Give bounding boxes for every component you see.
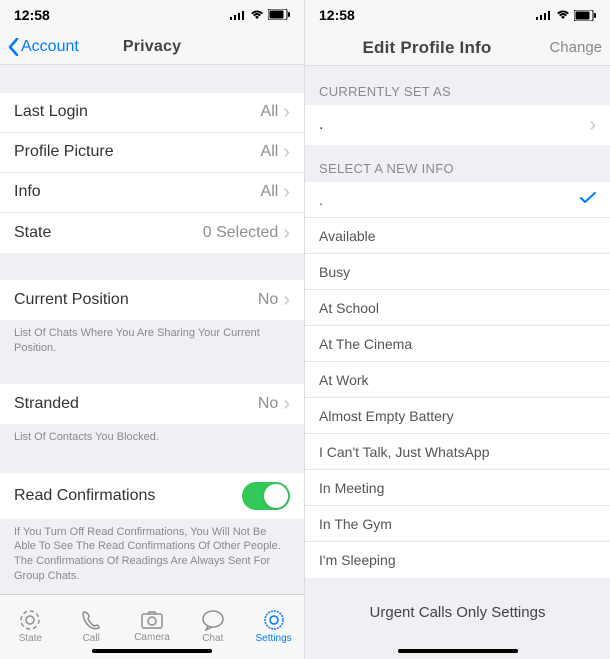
row-value: No (258, 395, 278, 413)
signal-icon (536, 10, 552, 20)
row-value: All (261, 143, 279, 161)
phone-icon (80, 609, 102, 631)
info-option[interactable]: At Work (305, 362, 610, 398)
info-option[interactable]: Busy (305, 254, 610, 290)
check-icon (580, 191, 596, 209)
info-option[interactable]: Almost Empty Battery (305, 398, 610, 434)
chevron-right-icon: › (283, 142, 290, 162)
tab-label: Call (83, 633, 100, 644)
row-current-info[interactable]: . › (305, 105, 610, 145)
info-option[interactable]: At School (305, 290, 610, 326)
home-indicator[interactable] (398, 649, 518, 653)
row-label: Current Position (14, 291, 129, 309)
chevron-right-icon: › (283, 394, 290, 414)
navbar: Account Privacy (0, 30, 304, 66)
status-icon (19, 609, 41, 631)
footnote-stranded: List Of Contacts You Blocked. (0, 424, 304, 455)
option-label: In Meeting (319, 480, 384, 496)
battery-icon (574, 10, 596, 21)
wifi-icon (556, 10, 570, 20)
row-read-confirmations: Read Confirmations (0, 473, 304, 519)
home-indicator[interactable] (92, 649, 212, 653)
info-option[interactable]: In The Gym (305, 506, 610, 542)
option-label: . (319, 192, 323, 208)
page-title: Edit Profile Info (362, 38, 491, 58)
row-label: State (14, 224, 51, 242)
row-current-position[interactable]: Current Position No › (0, 280, 304, 320)
current-value: . (319, 116, 323, 134)
info-options-list: . Available Busy At School At The Cinema… (305, 182, 610, 578)
chat-icon (201, 609, 225, 631)
row-label: Info (14, 183, 41, 201)
row-info[interactable]: Info All› (0, 173, 304, 213)
tab-settings[interactable]: Settings (243, 595, 304, 659)
option-label: At The Cinema (319, 336, 412, 352)
chevron-right-icon: › (283, 290, 290, 310)
clock: 12:58 (14, 7, 50, 23)
privacy-list: Last Login All› Profile Picture All› Inf… (0, 93, 304, 253)
section-header-select: SELECT A NEW INFO (305, 145, 610, 182)
option-label: In The Gym (319, 516, 392, 532)
privacy-screen: 12:58 Account Privacy Last Login All› Pr… (0, 0, 305, 659)
row-last-login[interactable]: Last Login All› (0, 93, 304, 133)
row-label: Last Login (14, 103, 88, 121)
status-icons (230, 9, 290, 20)
tab-label: Camera (134, 632, 170, 643)
tab-label: Chat (202, 633, 223, 644)
edit-info-screen: 12:58 Edit Profile Info Change CURRENTLY… (305, 0, 610, 659)
row-state[interactable]: State 0 Selected› (0, 213, 304, 253)
option-label: At Work (319, 372, 369, 388)
info-option[interactable]: In Meeting (305, 470, 610, 506)
clock: 12:58 (319, 7, 355, 23)
option-label: I'm Sleeping (319, 552, 396, 568)
info-option[interactable]: Available (305, 218, 610, 254)
option-label: I Can't Talk, Just WhatsApp (319, 444, 490, 460)
row-profile-picture[interactable]: Profile Picture All› (0, 133, 304, 173)
page-title: Privacy (123, 38, 181, 56)
chevron-right-icon: › (283, 223, 290, 243)
option-label: Available (319, 228, 376, 244)
read-confirmations-toggle[interactable] (242, 482, 290, 510)
info-option[interactable]: . (305, 182, 610, 218)
option-label: Almost Empty Battery (319, 408, 454, 424)
footnote-readconf: If You Turn Off Read Confirmations, You … (0, 519, 304, 594)
chevron-right-icon: › (283, 102, 290, 122)
chevron-left-icon (8, 38, 19, 56)
row-value: 0 Selected (203, 224, 279, 242)
footnote-position: List Of Chats Where You Are Sharing Your… (0, 320, 304, 366)
option-label: Busy (319, 264, 350, 280)
row-value: All (261, 183, 279, 201)
back-label: Account (21, 38, 79, 56)
chevron-right-icon: › (283, 182, 290, 202)
option-label: At School (319, 300, 379, 316)
section-header-current: CURRENTLY SET AS (305, 66, 610, 105)
status-bar: 12:58 (0, 0, 304, 30)
change-button[interactable]: Change (549, 39, 602, 56)
info-option[interactable]: At The Cinema (305, 326, 610, 362)
tab-label: State (19, 633, 42, 644)
gear-icon (263, 609, 285, 631)
tab-state[interactable]: State (0, 595, 61, 659)
status-bar: 12:58 (305, 0, 610, 30)
navbar: Edit Profile Info Change (305, 30, 610, 66)
back-button[interactable]: Account (8, 38, 79, 56)
tab-label: Settings (256, 633, 292, 644)
row-value: No (258, 291, 278, 309)
status-icons (536, 10, 596, 21)
chevron-right-icon: › (589, 115, 596, 135)
signal-icon (230, 10, 246, 20)
row-value: All (261, 103, 279, 121)
battery-icon (268, 9, 290, 20)
row-label: Read Confirmations (14, 487, 155, 505)
info-option[interactable]: I Can't Talk, Just WhatsApp (305, 434, 610, 470)
row-label: Profile Picture (14, 143, 114, 161)
info-option[interactable]: I'm Sleeping (305, 542, 610, 578)
wifi-icon (250, 10, 264, 20)
row-label: Stranded (14, 395, 79, 413)
row-stranded[interactable]: Stranded No › (0, 384, 304, 424)
camera-icon (140, 610, 164, 630)
bottom-label: Urgent Calls Only Settings (305, 604, 610, 621)
